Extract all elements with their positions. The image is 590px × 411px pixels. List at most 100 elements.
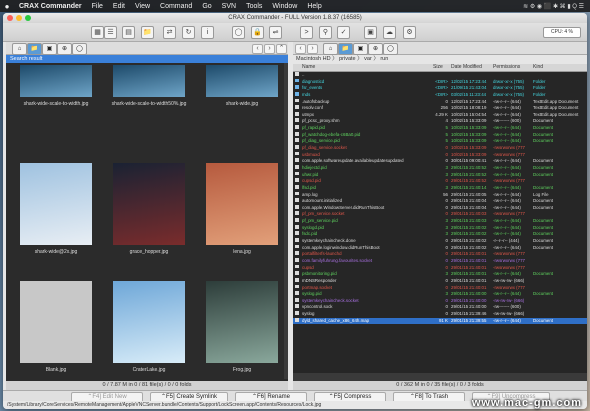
- status-menu-icons[interactable]: ≋ ⚙ ◉ ⬛ ✱ ⌘ ▮ Q ☰: [523, 3, 590, 10]
- table-row[interactable]: systemkeychaincheck.socket 0 29/01/15 21:4…: [293, 297, 587, 305]
- table-row[interactable]: amp.log 56 29/01/15 21:40:05 -rw-r--r-- (64…: [293, 191, 587, 199]
- table-row[interactable]: pf_pm_service.pid 3 29/01/15 21:40:03 -rw-r…: [293, 218, 587, 225]
- table-row[interactable]: cupsd 0 29/01/15 21:40:01 -rwsrwxrwx (777): [293, 264, 587, 272]
- table-row[interactable]: .autofsbackup 0 12/02/15 17:23:44 -rw-r--r-…: [293, 98, 587, 106]
- thumbnail-item[interactable]: Blank.jpg: [13, 281, 99, 383]
- folder-icon[interactable]: 📁: [141, 26, 154, 39]
- svn-icon[interactable]: ✓: [337, 26, 350, 39]
- table-row[interactable]: mds <DIR> 03/02/15 11:23:44 drwxr-xr-x (755…: [293, 91, 587, 99]
- right-scrollbar[interactable]: [293, 373, 587, 381]
- thumbnail-item[interactable]: shark-wide.jpg: [199, 65, 285, 167]
- tab-home-icon[interactable]: ⌂: [323, 43, 338, 55]
- view-detail-icon[interactable]: ▤: [122, 26, 135, 39]
- menu-window[interactable]: Window: [267, 3, 302, 10]
- ftp-icon[interactable]: ☁: [383, 26, 396, 39]
- close-window-icon[interactable]: [7, 15, 13, 21]
- tab-disk-icon[interactable]: ◯: [383, 43, 398, 55]
- table-row[interactable]: portalfilterfs-launchd 0 29/01/15 21:40:01…: [293, 251, 587, 258]
- table-row[interactable]: resolv.conf 256 10/02/15 18:08:19 -rw-r--r-…: [293, 105, 587, 112]
- table-row[interactable]: syslog 0 29/01/15 21:39:46 -rw-rw-rw- (666): [293, 311, 587, 318]
- menu-edit[interactable]: Edit: [108, 3, 130, 10]
- info-icon[interactable]: i: [201, 26, 214, 39]
- zoom-window-icon[interactable]: [25, 15, 31, 21]
- thumbnail-item[interactable]: shark-wide-scale-to-width.jpg: [13, 65, 99, 167]
- table-row[interactable]: lfsd.pid 3 29/01/15 21:40:14 -rw-r--r-- (64…: [293, 184, 587, 192]
- table-row[interactable]: usbmuxd 0 10/02/15 15:33:09 -rwsrwxrwx (777…: [293, 151, 587, 159]
- table-row[interactable]: vpncontrol.sock 0 29/01/15 21:40:00 -rw----…: [293, 304, 587, 311]
- tab-network-icon[interactable]: ⊕: [57, 43, 72, 55]
- thumbnail-item[interactable]: shark-wide@2x.jpg: [13, 163, 99, 265]
- table-row[interactable]: pf_diag_service.pid 5 10/02/15 15:33:09 -rw…: [293, 138, 587, 145]
- menu-view[interactable]: View: [130, 3, 155, 10]
- up-folder-icon[interactable]: ⌃: [276, 44, 287, 54]
- menu-file[interactable]: File: [87, 3, 108, 10]
- table-row[interactable]: hdiejectd.pid 3 29/01/15 21:40:52 -rw-r--r-…: [293, 164, 587, 172]
- back-arrow-icon[interactable]: ‹: [252, 44, 263, 54]
- disk-icon[interactable]: ◯: [232, 26, 245, 39]
- menu-svn[interactable]: SVN: [217, 3, 241, 10]
- table-row[interactable]: com.familyfuhrung.favourites.socket 0 29/0…: [293, 257, 587, 265]
- table-row[interactable]: portmap.socket 0 29/01/15 21:40:01 -rwsrwxr…: [293, 284, 587, 292]
- table-row[interactable]: fsdc.pid 3 29/01/15 21:40:02 -rw-r--r-- (64…: [293, 231, 587, 238]
- forward-arrow-icon[interactable]: ›: [307, 44, 318, 54]
- apple-menu-icon[interactable]: ●: [0, 2, 14, 11]
- table-row[interactable]: automount.initialized 0 29/01/15 21:40:04-…: [293, 198, 587, 205]
- thumbnail-item[interactable]: lena.jpg: [199, 163, 285, 265]
- table-row[interactable]: fsr_events <DIR> 21/09/15 21:43:04 drwxr-xr…: [293, 85, 587, 92]
- table-row[interactable]: pf_rapid.pid 5 10/02/15 15:33:09 -rw-r--r--…: [293, 125, 587, 132]
- menu-app-name[interactable]: CRAX Commander: [14, 3, 87, 10]
- table-row[interactable]: pf_watchdog-ebefa-c6Ba0.pid 5 10/02/15 15:…: [293, 131, 587, 139]
- thumbnail-item[interactable]: shark-wide-scale-to-width50%.jpg: [106, 65, 192, 167]
- refresh-icon[interactable]: ↻: [182, 26, 195, 39]
- menu-tools[interactable]: Tools: [241, 3, 267, 10]
- thumbnail-item[interactable]: grace_hopper.jpg: [106, 163, 192, 265]
- forward-arrow-icon[interactable]: ›: [264, 44, 275, 54]
- search-icon[interactable]: ⚲: [319, 26, 332, 39]
- menu-go[interactable]: Go: [197, 3, 216, 10]
- table-row[interactable]: pf_pm_service.socket 0 29/01/15 21:40:03 -r…: [293, 211, 587, 218]
- pack-icon[interactable]: ▣: [364, 26, 377, 39]
- table-row[interactable]: psbmonitoring.pid 3 29/01/15 21:40:01 -rw-r…: [293, 271, 587, 278]
- minimize-window-icon[interactable]: [16, 15, 22, 21]
- col-permissions[interactable]: Permissions: [493, 64, 520, 71]
- table-row[interactable]: pf_diag_service.socket 0 10/02/15 15:33:09…: [293, 145, 587, 152]
- tab-network-icon[interactable]: ⊕: [368, 43, 383, 55]
- tab-home-icon[interactable]: ⌂: [12, 43, 27, 55]
- table-row[interactable]: cupsd.pid 0 29/01/15 21:40:52 -rwsrwxrwx (7…: [293, 178, 587, 185]
- table-row[interactable]: com.apple.softwareupdate.availableupdate…: [293, 158, 587, 165]
- terminal-icon[interactable]: >: [300, 26, 313, 39]
- col-kind[interactable]: Kind: [533, 64, 543, 71]
- menu-command[interactable]: Command: [155, 3, 197, 10]
- sync-icon[interactable]: ⇌: [269, 26, 282, 39]
- back-arrow-icon[interactable]: ‹: [295, 44, 306, 54]
- thumbnail-item[interactable]: Frog.jpg: [199, 281, 285, 383]
- table-row[interactable]: com.apple.WindowServer.didRunThisBoot 0 29…: [293, 204, 587, 212]
- menu-help[interactable]: Help: [302, 3, 326, 10]
- col-name[interactable]: Name: [302, 64, 315, 71]
- left-scrollbar[interactable]: [284, 63, 288, 379]
- table-row[interactable]: pf_pcsc_proxy.shm 4 10/02/15 15:33:09 -rw--…: [293, 118, 587, 125]
- tab-folder-icon[interactable]: 📁: [338, 43, 353, 55]
- settings-icon[interactable]: ⚙: [403, 26, 416, 39]
- table-row[interactable]: mDNSResponder 0 29/01/15 21:40:01 -rw-rw-rw…: [293, 277, 587, 285]
- tab-disk-icon[interactable]: ◯: [72, 43, 87, 55]
- table-row[interactable]: utmpx 4.29 K 10/02/15 15:04:54 -rw-r--r-- (…: [293, 111, 587, 119]
- breadcrumb[interactable]: Macintosh HD 〉 private 〉 var 〉 run: [293, 55, 587, 64]
- table-row[interactable]: syslogd.pid 3 29/01/15 21:40:02 -rw-r--r-- …: [293, 224, 587, 232]
- col-date[interactable]: Date Modified: [451, 64, 482, 71]
- table-row[interactable]: diagnosticd <DIR> 12/02/15 17:23:44 drwxr-x…: [293, 78, 587, 86]
- view-list-icon[interactable]: ☰: [104, 26, 117, 39]
- table-row[interactable]: com.apple.loginwindow.didRunThisBoot 0 29/…: [293, 244, 587, 252]
- table-row[interactable]: uhwr.pid 3 29/01/15 21:40:52 -rw-r--r-- (64…: [293, 171, 587, 179]
- table-row[interactable]: dyld_shared_cache_x86_64h.map 91 K 29/01/1…: [293, 317, 587, 325]
- table-row[interactable]: systemkeychaincheck.done 0 29/01/15 21:40:…: [293, 238, 587, 245]
- table-row[interactable]: syslog.pid 3 29/01/15 21:40:00 -rw-r--r-- (…: [293, 291, 587, 298]
- compare-icon[interactable]: ⇄: [163, 26, 176, 39]
- view-grid-icon[interactable]: ▦: [91, 26, 104, 39]
- col-size[interactable]: Size: [433, 64, 443, 71]
- tab-photos-icon[interactable]: ▣: [353, 43, 368, 55]
- lock-icon[interactable]: 🔒: [251, 26, 264, 39]
- tab-photos-icon[interactable]: ▣: [42, 43, 57, 55]
- table-row[interactable]: ..: [293, 72, 587, 79]
- thumbnail-item[interactable]: CraterLake.jpg: [106, 281, 192, 383]
